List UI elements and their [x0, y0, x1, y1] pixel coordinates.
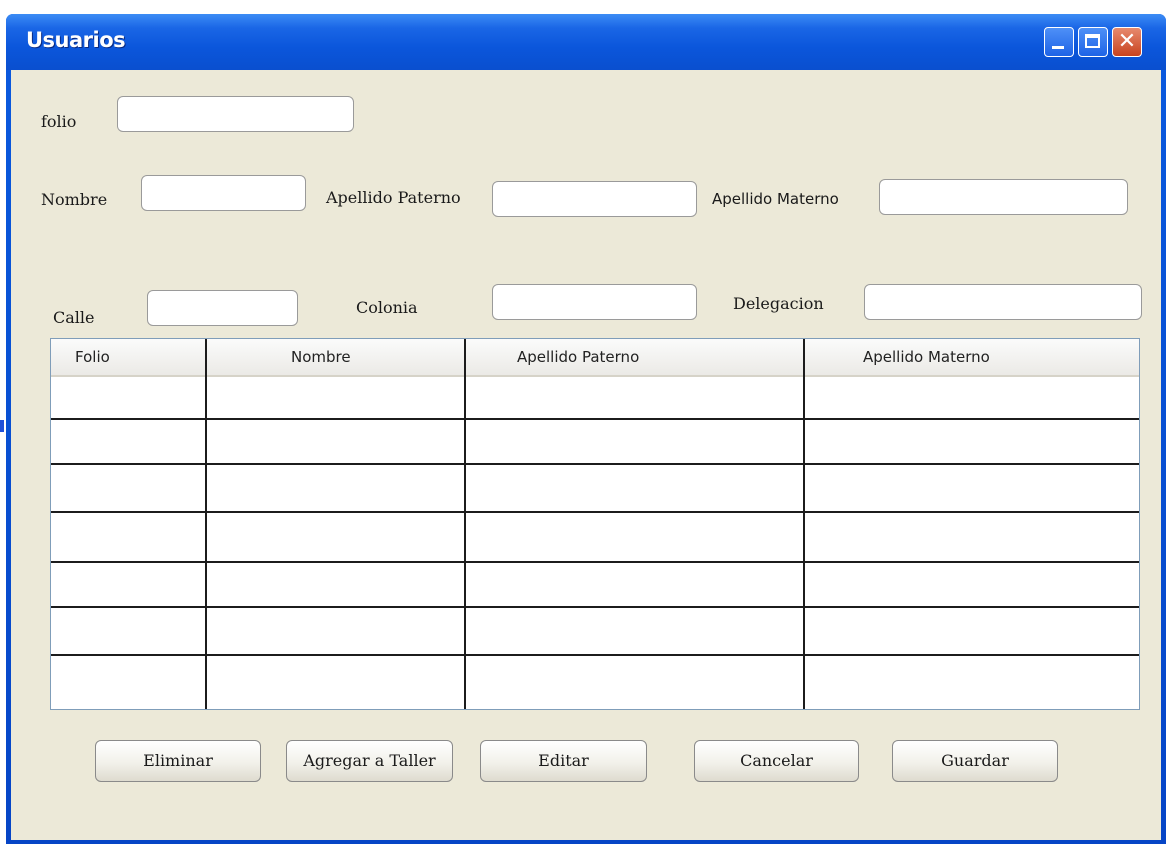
table-row[interactable] [51, 608, 1139, 654]
minimize-icon [1052, 46, 1064, 49]
close-button[interactable]: ✕ [1112, 27, 1142, 57]
colonia-input[interactable] [492, 284, 697, 320]
apellido-paterno-label: Apellido Paterno [326, 188, 461, 207]
minimize-button[interactable] [1044, 27, 1074, 57]
table-row[interactable] [51, 563, 1139, 606]
column-divider [205, 339, 207, 709]
row-divider [51, 418, 1139, 420]
agregar-a-taller-button[interactable]: Agregar a Taller [286, 740, 453, 782]
table-row[interactable] [51, 420, 1139, 463]
apellido-materno-input[interactable] [879, 179, 1128, 215]
row-divider [51, 606, 1139, 608]
column-header-apellido-materno[interactable]: Apellido Materno [863, 339, 990, 375]
apellido-paterno-input[interactable] [492, 181, 697, 217]
usuarios-window: Usuarios ✕ folio Nombre Apellido Paterno… [6, 14, 1166, 844]
cancelar-button[interactable]: Cancelar [694, 740, 859, 782]
calle-input[interactable] [147, 290, 298, 326]
eliminar-button[interactable]: Eliminar [95, 740, 261, 782]
table-row[interactable] [51, 375, 1139, 418]
folio-input[interactable] [117, 96, 354, 132]
column-divider [803, 339, 805, 709]
folio-label: folio [41, 112, 77, 131]
table-row[interactable] [51, 465, 1139, 511]
form-panel: folio Nombre Apellido Paterno Apellido M… [11, 70, 1161, 840]
window-edge-marker [0, 420, 4, 432]
row-divider [51, 463, 1139, 465]
row-divider [51, 654, 1139, 656]
apellido-materno-label: Apellido Materno [712, 190, 839, 208]
calle-label: Calle [53, 308, 95, 327]
column-header-folio[interactable]: Folio [75, 339, 110, 375]
maximize-button[interactable] [1078, 27, 1108, 57]
title-bar[interactable]: Usuarios ✕ [6, 14, 1166, 70]
nombre-label: Nombre [41, 190, 108, 209]
colonia-label: Colonia [356, 298, 418, 317]
guardar-button[interactable]: Guardar [892, 740, 1058, 782]
maximize-icon [1085, 34, 1100, 48]
row-divider [51, 561, 1139, 563]
table-header: Folio Nombre Apellido Paterno Apellido M… [51, 339, 1139, 377]
column-header-nombre[interactable]: Nombre [291, 339, 351, 375]
table-row[interactable] [51, 513, 1139, 561]
delegacion-label: Delegacion [733, 294, 824, 313]
window-title: Usuarios [26, 28, 126, 52]
nombre-input[interactable] [141, 175, 306, 211]
row-divider [51, 511, 1139, 513]
usuarios-table[interactable]: Folio Nombre Apellido Paterno Apellido M… [50, 338, 1140, 710]
table-row[interactable] [51, 656, 1139, 708]
delegacion-input[interactable] [864, 284, 1142, 320]
column-header-apellido-paterno[interactable]: Apellido Paterno [517, 339, 639, 375]
close-icon: ✕ [1117, 29, 1137, 54]
editar-button[interactable]: Editar [480, 740, 647, 782]
column-divider [464, 339, 466, 709]
